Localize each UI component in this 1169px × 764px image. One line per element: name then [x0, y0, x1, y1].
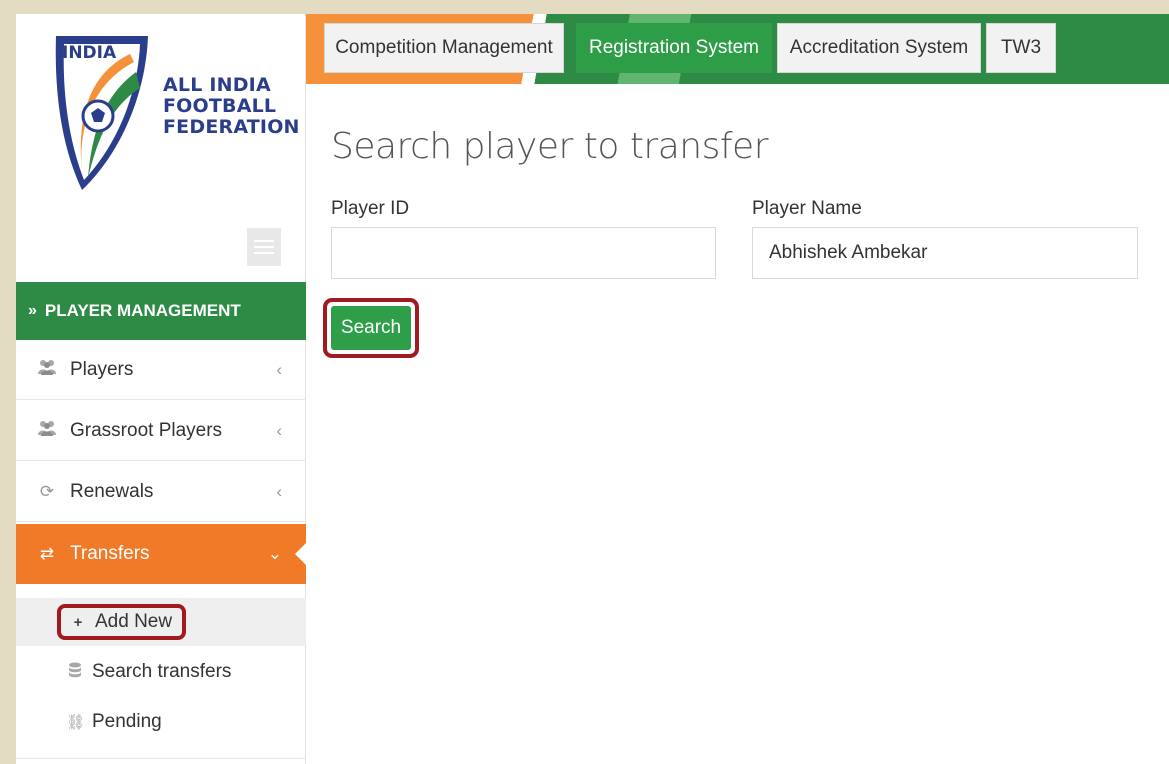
- sidebar-subitem-pending[interactable]: ⛓ Pending: [16, 698, 306, 746]
- chevron-left-icon: ‹: [276, 359, 282, 379]
- tab-label: Competition Management: [335, 37, 553, 58]
- player-name-label: Player Name: [752, 198, 862, 219]
- main-content: Search player to transfer Player ID Play…: [306, 84, 1169, 764]
- sidebar-item-label: Renewals: [70, 480, 154, 502]
- chain-broken-icon: ⛓: [66, 714, 86, 731]
- sidebar-item-transfers[interactable]: ⇄ Transfers ⌄: [16, 524, 307, 584]
- plus-icon: +: [73, 613, 83, 631]
- logo-line-2: FOOTBALL: [163, 95, 277, 117]
- chevron-down-icon: ⌄: [267, 544, 282, 563]
- refresh-icon: ⟳: [39, 481, 55, 501]
- sidebar-subitem-search-transfers[interactable]: Search transfers: [16, 648, 306, 696]
- logo-line-3: FEDERATION: [163, 116, 300, 138]
- search-highlight-box: Search: [323, 298, 419, 358]
- highlight-box: + Add New: [57, 604, 187, 640]
- app-frame: INDIA ALL INDIA FOOTBALL FEDERATION » PL…: [16, 14, 1169, 764]
- tab-label: Registration System: [588, 37, 759, 58]
- top-navigation-bar: Competition Management Registration Syst…: [306, 14, 1169, 84]
- hamburger-line: [254, 246, 274, 248]
- sidebar-item-label: Grassroot Players: [70, 419, 223, 441]
- sidebar-item-players[interactable]: Players ‹: [16, 340, 306, 400]
- section-header-player-management[interactable]: » PLAYER MANAGEMENT: [16, 282, 306, 340]
- logo-line-1: ALL INDIA: [163, 74, 271, 96]
- player-id-label: Player ID: [331, 198, 410, 219]
- sidebar-item-grassroot-players[interactable]: Grassroot Players ‹: [16, 401, 306, 461]
- logo-shield-text: INDIA: [62, 43, 117, 63]
- aiff-logo[interactable]: INDIA ALL INDIA FOOTBALL FEDERATION: [16, 14, 306, 214]
- tab-registration-system[interactable]: Registration System: [576, 23, 772, 73]
- page-title: Search player to transfer: [331, 126, 769, 167]
- exchange-icon: ⇄: [39, 544, 55, 563]
- tab-label: TW3: [1000, 37, 1042, 58]
- double-chevron-right-icon: »: [28, 302, 37, 319]
- hamburger-line: [254, 240, 274, 242]
- sidebar-item-label: Players: [70, 358, 134, 380]
- aiff-shield-logo: INDIA: [55, 36, 148, 190]
- divider: [16, 758, 306, 759]
- sidebar-item-renewals[interactable]: ⟳ Renewals ‹: [16, 462, 306, 522]
- player-id-input[interactable]: [331, 227, 716, 279]
- sidebar-toggle-button[interactable]: [247, 228, 281, 266]
- sidebar-subitem-add-new[interactable]: + Add New: [16, 598, 306, 646]
- sidebar-item-label: Transfers: [70, 543, 150, 564]
- logo-wordmark: ALL INDIA FOOTBALL FEDERATION: [163, 75, 300, 138]
- subitem-label: Add New: [95, 611, 173, 632]
- database-icon: [66, 662, 84, 682]
- player-name-input[interactable]: [752, 227, 1138, 279]
- tab-label: Accreditation System: [789, 37, 969, 58]
- section-header-label: PLAYER MANAGEMENT: [44, 301, 241, 320]
- sidebar: INDIA ALL INDIA FOOTBALL FEDERATION » PL…: [16, 14, 307, 764]
- users-icon: [36, 359, 58, 380]
- users-icon: [36, 420, 58, 441]
- hamburger-line: [254, 252, 274, 254]
- subitem-label: Search transfers: [92, 661, 232, 682]
- tab-competition-management[interactable]: Competition Management: [324, 23, 564, 73]
- tab-tw3[interactable]: TW3: [986, 23, 1056, 73]
- search-button[interactable]: Search: [331, 306, 411, 350]
- tab-accreditation-system[interactable]: Accreditation System: [777, 23, 981, 73]
- subitem-label: Pending: [92, 711, 162, 732]
- chevron-left-icon: ‹: [276, 481, 282, 501]
- chevron-left-icon: ‹: [276, 420, 282, 440]
